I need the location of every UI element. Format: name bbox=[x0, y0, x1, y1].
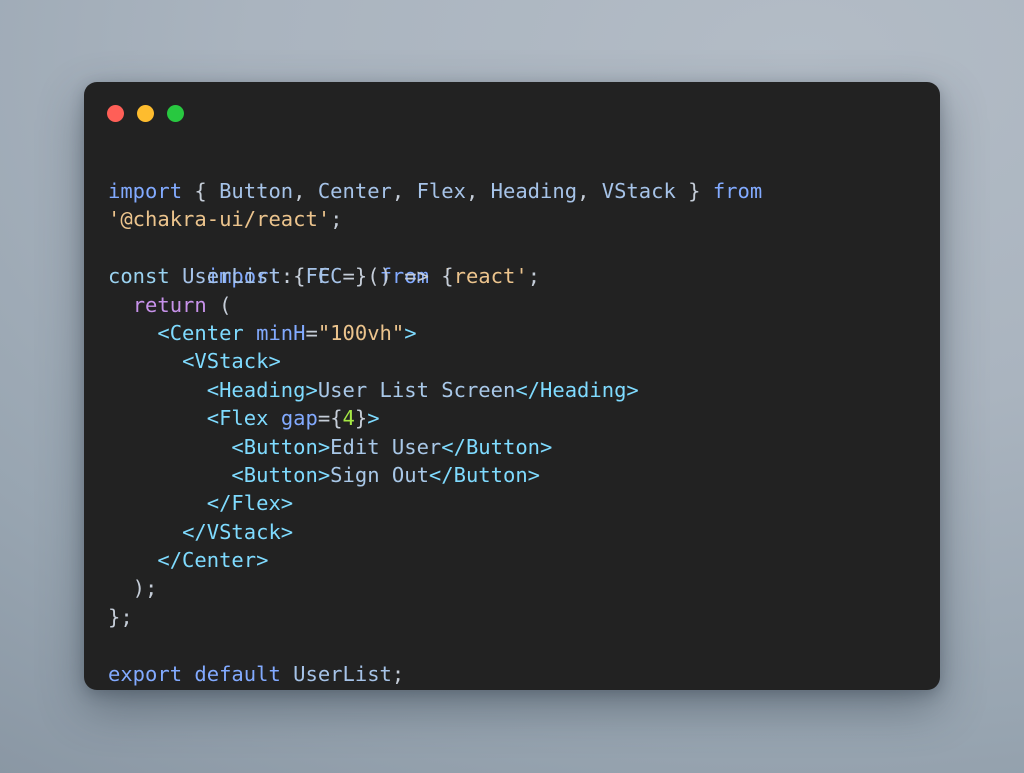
code-token: </VStack> bbox=[182, 519, 294, 544]
code-token: Heading bbox=[490, 179, 578, 203]
code-token: FC bbox=[305, 264, 331, 289]
code-token: Button bbox=[219, 179, 294, 203]
code-token: <Button> bbox=[231, 462, 331, 487]
code-token: "100vh" bbox=[317, 320, 405, 345]
code-line-12: </Flex> bbox=[108, 489, 940, 517]
page-root: import { Button, Center, Flex, Heading, … bbox=[0, 0, 1024, 773]
code-token: Edit User bbox=[330, 434, 442, 459]
code-token: }; bbox=[108, 604, 133, 629]
code-token: 4 bbox=[342, 406, 355, 431]
code-line-15: ); bbox=[108, 574, 940, 602]
code-line-13: </VStack> bbox=[108, 518, 940, 546]
code-token: { bbox=[182, 179, 220, 203]
minimize-dot[interactable] bbox=[137, 104, 154, 122]
code-token: <Flex bbox=[206, 406, 269, 431]
code-token: { bbox=[330, 406, 343, 431]
code-token: '@chakra-ui/react' bbox=[108, 207, 331, 232]
code-token: </Button> bbox=[428, 462, 541, 487]
code-token: > bbox=[404, 320, 417, 345]
code-token: } bbox=[354, 406, 368, 431]
code-token: : bbox=[280, 264, 306, 289]
code-token: Sign Out bbox=[330, 462, 429, 487]
code-token: UserList bbox=[293, 661, 392, 686]
code-token: = bbox=[305, 320, 318, 345]
code-window: import { Button, Center, Flex, Heading, … bbox=[84, 82, 940, 690]
code-token: export bbox=[108, 661, 183, 686]
code-line-5: return ( bbox=[108, 291, 940, 319]
code-token: default bbox=[194, 661, 281, 686]
code-token: </Center> bbox=[157, 548, 269, 573]
maximize-dot[interactable] bbox=[167, 104, 184, 122]
code-token: , bbox=[293, 179, 318, 203]
code-line-14: </Center> bbox=[108, 546, 940, 574]
code-token: UserList bbox=[182, 264, 281, 289]
code-line-8: <Heading>User List Screen</Heading> bbox=[108, 376, 940, 404]
code-token: > bbox=[367, 406, 380, 431]
code-line-2-wrapped-string: '@chakra-ui/react'; bbox=[108, 205, 343, 233]
code-line-1: import { Button, Center, Flex, Heading, … bbox=[108, 177, 940, 205]
code-token: } bbox=[675, 179, 713, 203]
code-editor-content[interactable]: import { Button, Center, Flex, Heading, … bbox=[84, 144, 940, 688]
code-token: ); bbox=[108, 576, 158, 601]
code-token: , bbox=[577, 179, 602, 203]
code-line-4: const UserList: FC = () => { bbox=[108, 262, 940, 290]
code-line-10: <Button>Edit User</Button> bbox=[108, 433, 940, 461]
code-token: </Flex> bbox=[206, 491, 294, 516]
code-token: VStack bbox=[601, 179, 676, 203]
code-token: Flex bbox=[416, 179, 466, 203]
code-token: <VStack> bbox=[182, 349, 281, 374]
code-token: import bbox=[108, 179, 183, 203]
code-token: <Heading> bbox=[206, 377, 318, 402]
code-token: ( bbox=[206, 292, 232, 317]
code-line-2: '@chakra-ui/react'; import { FC } from '… bbox=[108, 205, 940, 288]
code-line-11: <Button>Sign Out</Button> bbox=[108, 461, 940, 489]
code-token: <Center bbox=[157, 320, 244, 345]
window-titlebar bbox=[84, 82, 940, 144]
code-line-6: <Center minH="100vh"> bbox=[108, 319, 940, 347]
code-token: ; bbox=[391, 661, 405, 686]
code-token: return bbox=[132, 292, 207, 317]
code-token: Center bbox=[317, 179, 392, 203]
code-token: = () => { bbox=[330, 264, 454, 289]
code-token: , bbox=[465, 179, 491, 203]
close-dot[interactable] bbox=[107, 104, 124, 122]
code-line-16: }; bbox=[108, 603, 940, 631]
code-line-9: <Flex gap={4}> bbox=[108, 404, 940, 432]
code-line-18: export default UserList; bbox=[108, 660, 940, 688]
code-token: const bbox=[108, 264, 170, 289]
code-token: </Button> bbox=[441, 434, 553, 459]
code-token: User List Screen bbox=[317, 377, 516, 402]
code-token: = bbox=[317, 406, 331, 431]
code-token: ; bbox=[330, 207, 343, 232]
code-token: , bbox=[391, 179, 417, 203]
code-token: <Button> bbox=[231, 434, 331, 459]
code-token: </Heading> bbox=[515, 377, 639, 402]
code-token: minH bbox=[256, 320, 306, 345]
code-line-3-blank bbox=[108, 234, 940, 262]
code-token: gap bbox=[280, 406, 318, 431]
code-token: from bbox=[712, 179, 763, 203]
code-line-17-blank bbox=[108, 631, 940, 659]
code-line-7: <VStack> bbox=[108, 347, 940, 375]
